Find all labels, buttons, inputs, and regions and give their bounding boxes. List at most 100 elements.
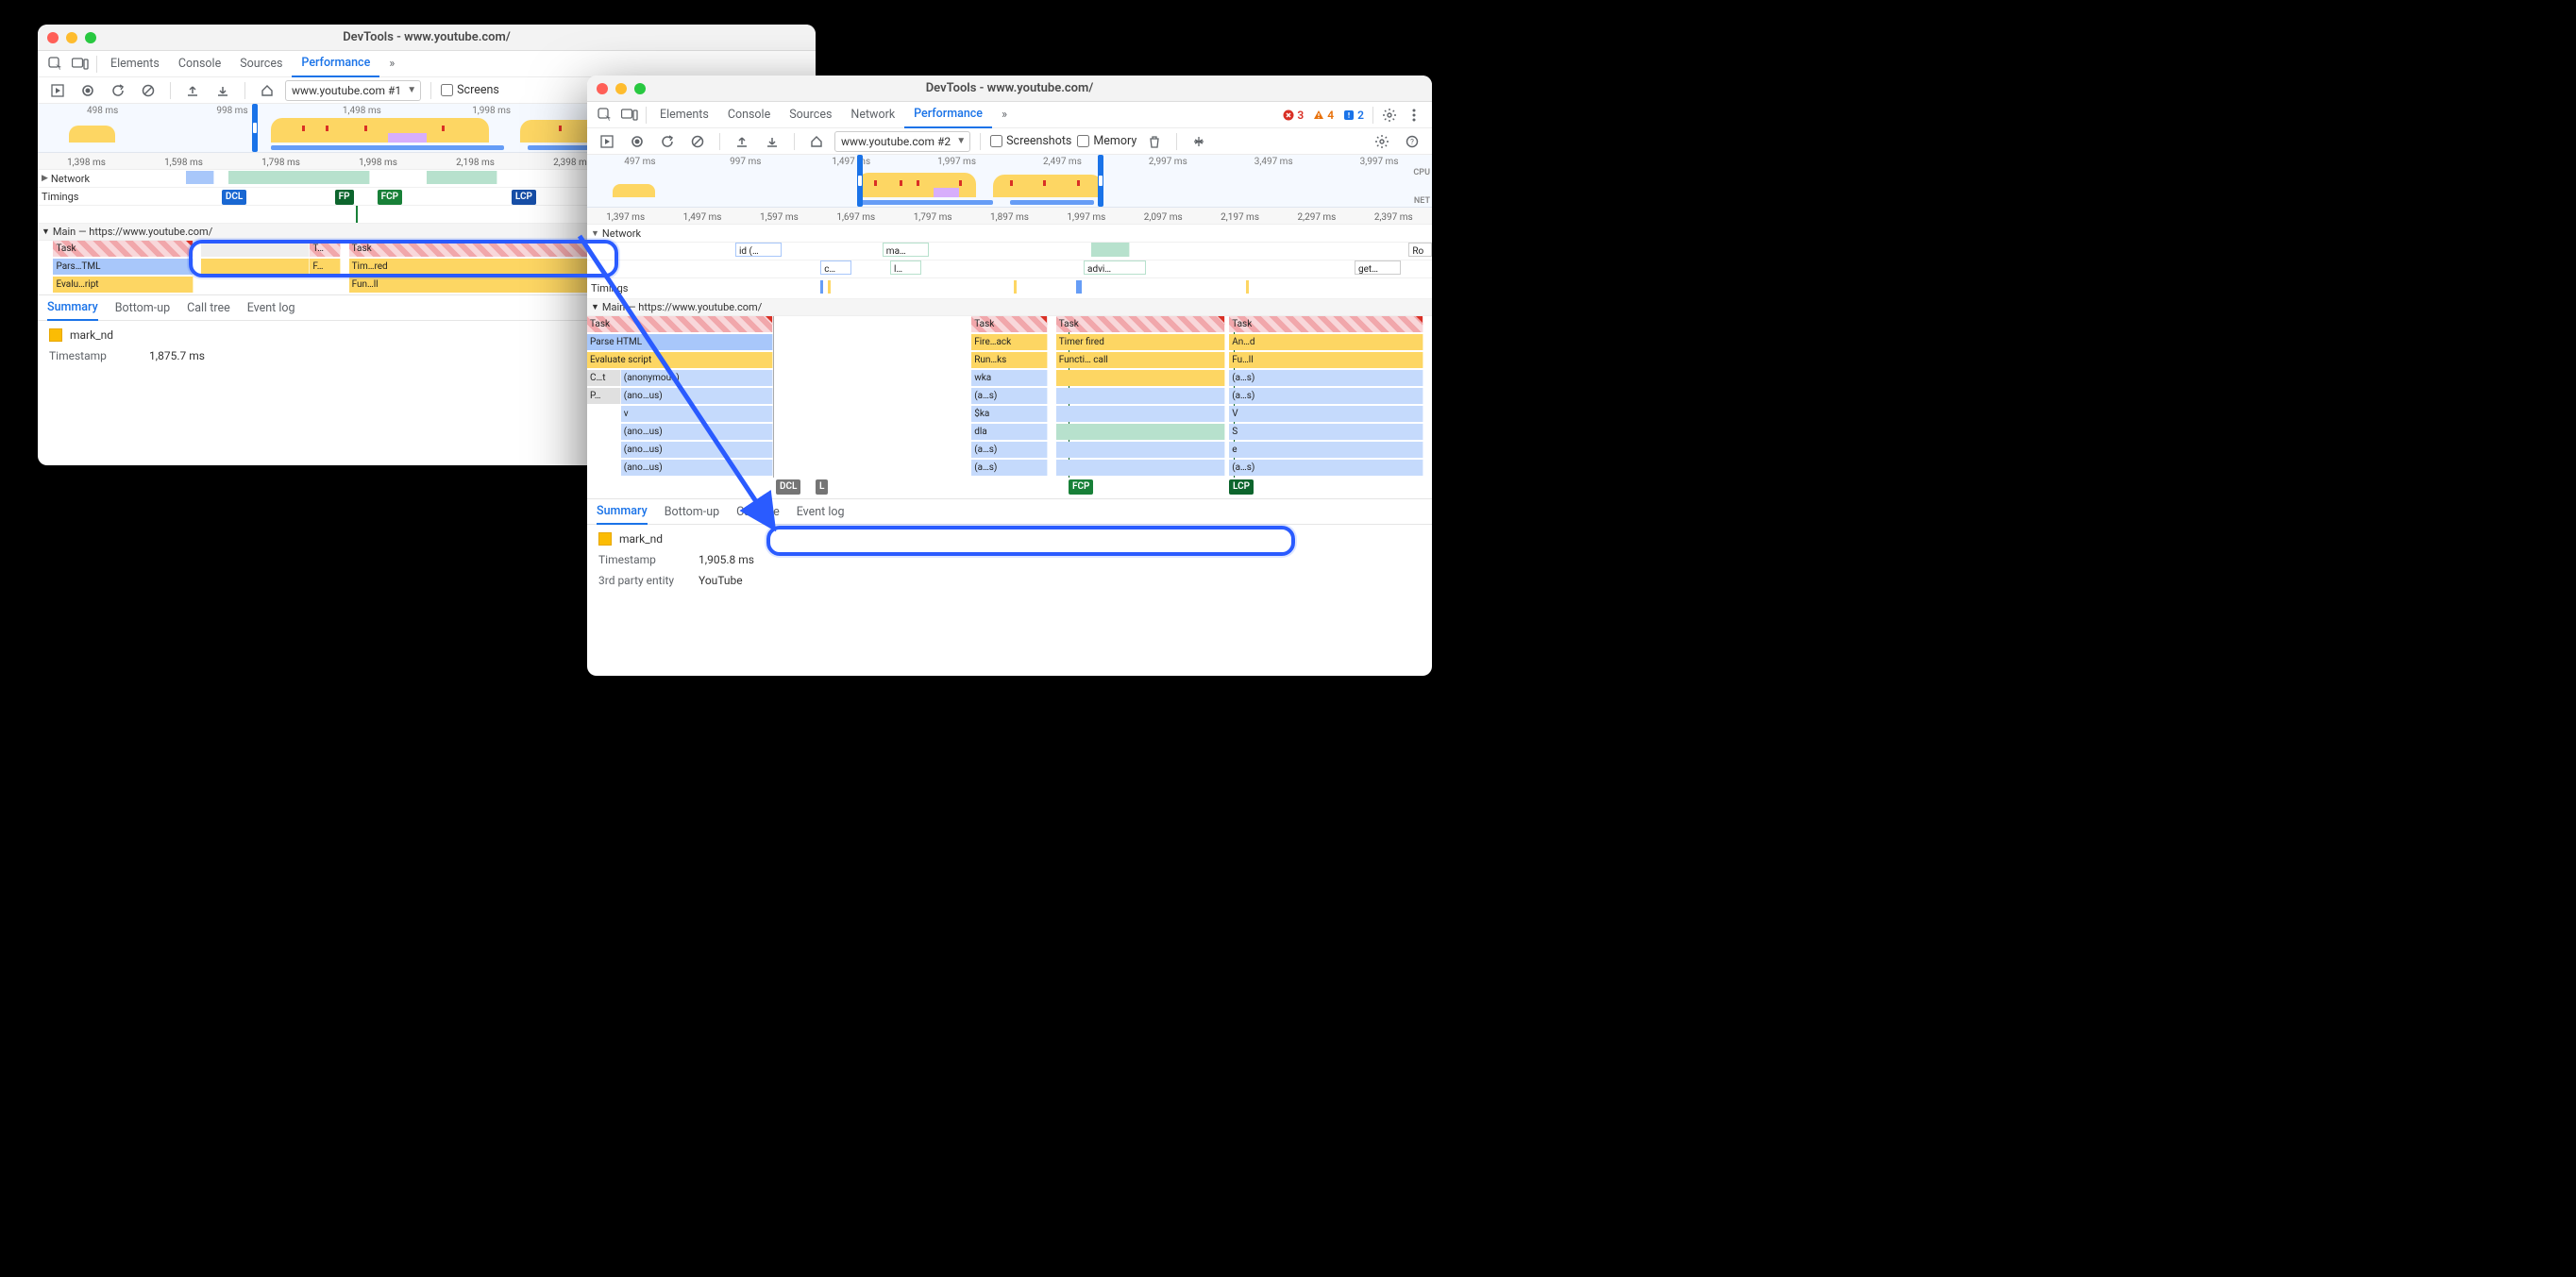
inspect-icon[interactable] (43, 53, 68, 76)
tab-elements[interactable]: Elements (650, 102, 718, 128)
issues-badge[interactable]: 2 (1339, 109, 1369, 122)
flame-frame[interactable]: (ano…us) (621, 424, 773, 440)
tab-console[interactable]: Console (169, 51, 230, 77)
clear-icon[interactable] (136, 79, 160, 102)
flame-frame[interactable]: (a…s) (971, 460, 1048, 476)
flame-frame[interactable] (1056, 460, 1225, 476)
flame-frame[interactable]: (a…s) (1229, 370, 1423, 386)
overview-timeline[interactable]: 497 ms997 ms 1,497 ms1,997 ms 2,497 ms2,… (587, 155, 1432, 208)
flame-chart[interactable]: TaskTaskTaskTaskParse HTMLFire…ackTimer … (587, 316, 1432, 478)
device-toolbar-icon[interactable] (68, 53, 93, 76)
home-icon[interactable] (804, 130, 829, 153)
maximize-icon[interactable] (634, 83, 646, 94)
minimize-icon[interactable] (66, 32, 77, 43)
kebab-icon[interactable] (1402, 104, 1426, 126)
flame-frame[interactable]: Timer fired (1056, 334, 1225, 350)
subtab-calltree[interactable]: Call tree (736, 498, 780, 525)
marker-dcl[interactable]: DCL (776, 479, 800, 495)
show-sidebar-icon[interactable] (1187, 130, 1211, 153)
flame-frame[interactable]: Task (971, 316, 1048, 332)
flame-frame[interactable] (1056, 442, 1225, 458)
minimize-icon[interactable] (615, 83, 627, 94)
flame-frame[interactable]: Fu…ll (1229, 352, 1423, 368)
subtab-summary[interactable]: Summary (597, 498, 648, 525)
subtab-eventlog[interactable]: Event log (247, 294, 295, 321)
tab-elements[interactable]: Elements (101, 51, 169, 77)
marker-lcp[interactable]: LCP (1229, 479, 1254, 495)
overview-handle-right[interactable] (1098, 155, 1103, 207)
flame-frame[interactable]: (ano…us) (621, 388, 773, 404)
flame-frame[interactable]: Fire…ack (971, 334, 1048, 350)
home-icon[interactable] (255, 79, 279, 102)
flame-frame[interactable]: Functi… call (1056, 352, 1225, 368)
settings-icon[interactable] (1370, 130, 1394, 153)
record-icon[interactable] (76, 79, 100, 102)
overview-handle-left[interactable] (252, 104, 258, 152)
tab-sources[interactable]: Sources (230, 51, 292, 77)
flame-frame[interactable]: (a…s) (1229, 460, 1423, 476)
toggle-drawer-icon[interactable] (45, 79, 70, 102)
flame-frame[interactable]: Task (1229, 316, 1423, 332)
marker-fp[interactable]: FP (335, 190, 354, 205)
flame-frame[interactable]: Task (1056, 316, 1225, 332)
flame-frame[interactable]: (a…s) (1229, 388, 1423, 404)
maximize-icon[interactable] (85, 32, 96, 43)
flame-frame[interactable]: (a…s) (971, 442, 1048, 458)
flame-frame[interactable]: Evaluate script (587, 352, 773, 368)
flame-frame[interactable]: An…d (1229, 334, 1423, 350)
detail-ruler[interactable]: 1,397 ms1,497 ms 1,597 ms1,697 ms 1,797 … (587, 208, 1432, 225)
flame-frame[interactable]: v (621, 406, 773, 422)
flame-frame[interactable]: P… (587, 388, 621, 404)
tab-sources[interactable]: Sources (780, 102, 841, 128)
profile-select[interactable]: www.youtube.com #1 ▼ (285, 80, 421, 101)
flame-frame[interactable]: (ano…us) (621, 460, 773, 476)
download-icon[interactable] (760, 130, 784, 153)
marker-dcl[interactable]: DCL (222, 190, 246, 205)
flame-frame[interactable]: Run…ks (971, 352, 1048, 368)
device-toolbar-icon[interactable] (617, 104, 642, 126)
close-icon[interactable] (597, 83, 608, 94)
subtab-calltree[interactable]: Call tree (187, 294, 230, 321)
settings-icon[interactable] (1377, 104, 1402, 126)
subtab-bottomup[interactable]: Bottom-up (115, 294, 170, 321)
screenshots-checkbox[interactable]: Screenshots (990, 134, 1071, 148)
flame-frame[interactable]: (anonymous) (621, 370, 773, 386)
flame-frame[interactable] (1056, 424, 1225, 440)
errors-badge[interactable]: 3 (1278, 109, 1308, 122)
help-icon[interactable]: ? (1400, 130, 1424, 153)
tab-performance[interactable]: Performance (904, 102, 992, 128)
flame-frame[interactable]: (a…s) (971, 388, 1048, 404)
marker-l[interactable]: L (816, 479, 828, 495)
upload-icon[interactable] (180, 79, 205, 102)
marker-fcp[interactable]: FCP (378, 190, 402, 205)
titlebar[interactable]: DevTools - www.youtube.com/ (38, 25, 816, 51)
flame-frame[interactable] (1056, 406, 1225, 422)
close-icon[interactable] (47, 32, 59, 43)
marker-lcp[interactable]: LCP (512, 190, 536, 205)
tab-performance[interactable]: Performance (292, 51, 379, 77)
reload-icon[interactable] (106, 79, 130, 102)
flame-frame[interactable]: (ano…us) (621, 442, 773, 458)
download-icon[interactable] (210, 79, 235, 102)
more-tabs-icon[interactable]: » (992, 104, 1017, 126)
flame-frame[interactable]: V (1229, 406, 1423, 422)
screenshots-checkbox[interactable]: Screens (441, 83, 499, 97)
titlebar[interactable]: DevTools - www.youtube.com/ (587, 76, 1432, 102)
tab-console[interactable]: Console (718, 102, 780, 128)
overview-handle-left[interactable] (857, 155, 863, 207)
network-track[interactable]: ▼Network (587, 225, 1432, 243)
profile-select[interactable]: www.youtube.com #2 ▼ (834, 131, 970, 152)
flame-frame[interactable]: $ka (971, 406, 1048, 422)
subtab-summary[interactable]: Summary (47, 294, 98, 321)
flame-frame[interactable]: Parse HTML (587, 334, 773, 350)
flame-frame[interactable]: e (1229, 442, 1423, 458)
warnings-badge[interactable]: 4 (1308, 109, 1339, 122)
upload-icon[interactable] (730, 130, 754, 153)
reload-icon[interactable] (655, 130, 680, 153)
clear-icon[interactable] (685, 130, 710, 153)
main-thread-header[interactable]: ▼Main — https://www.youtube.com/ (587, 299, 1432, 316)
collect-garbage-icon[interactable] (1142, 130, 1167, 153)
subtab-bottomup[interactable]: Bottom-up (665, 498, 719, 525)
flame-frame[interactable]: wka (971, 370, 1048, 386)
subtab-eventlog[interactable]: Event log (797, 498, 845, 525)
